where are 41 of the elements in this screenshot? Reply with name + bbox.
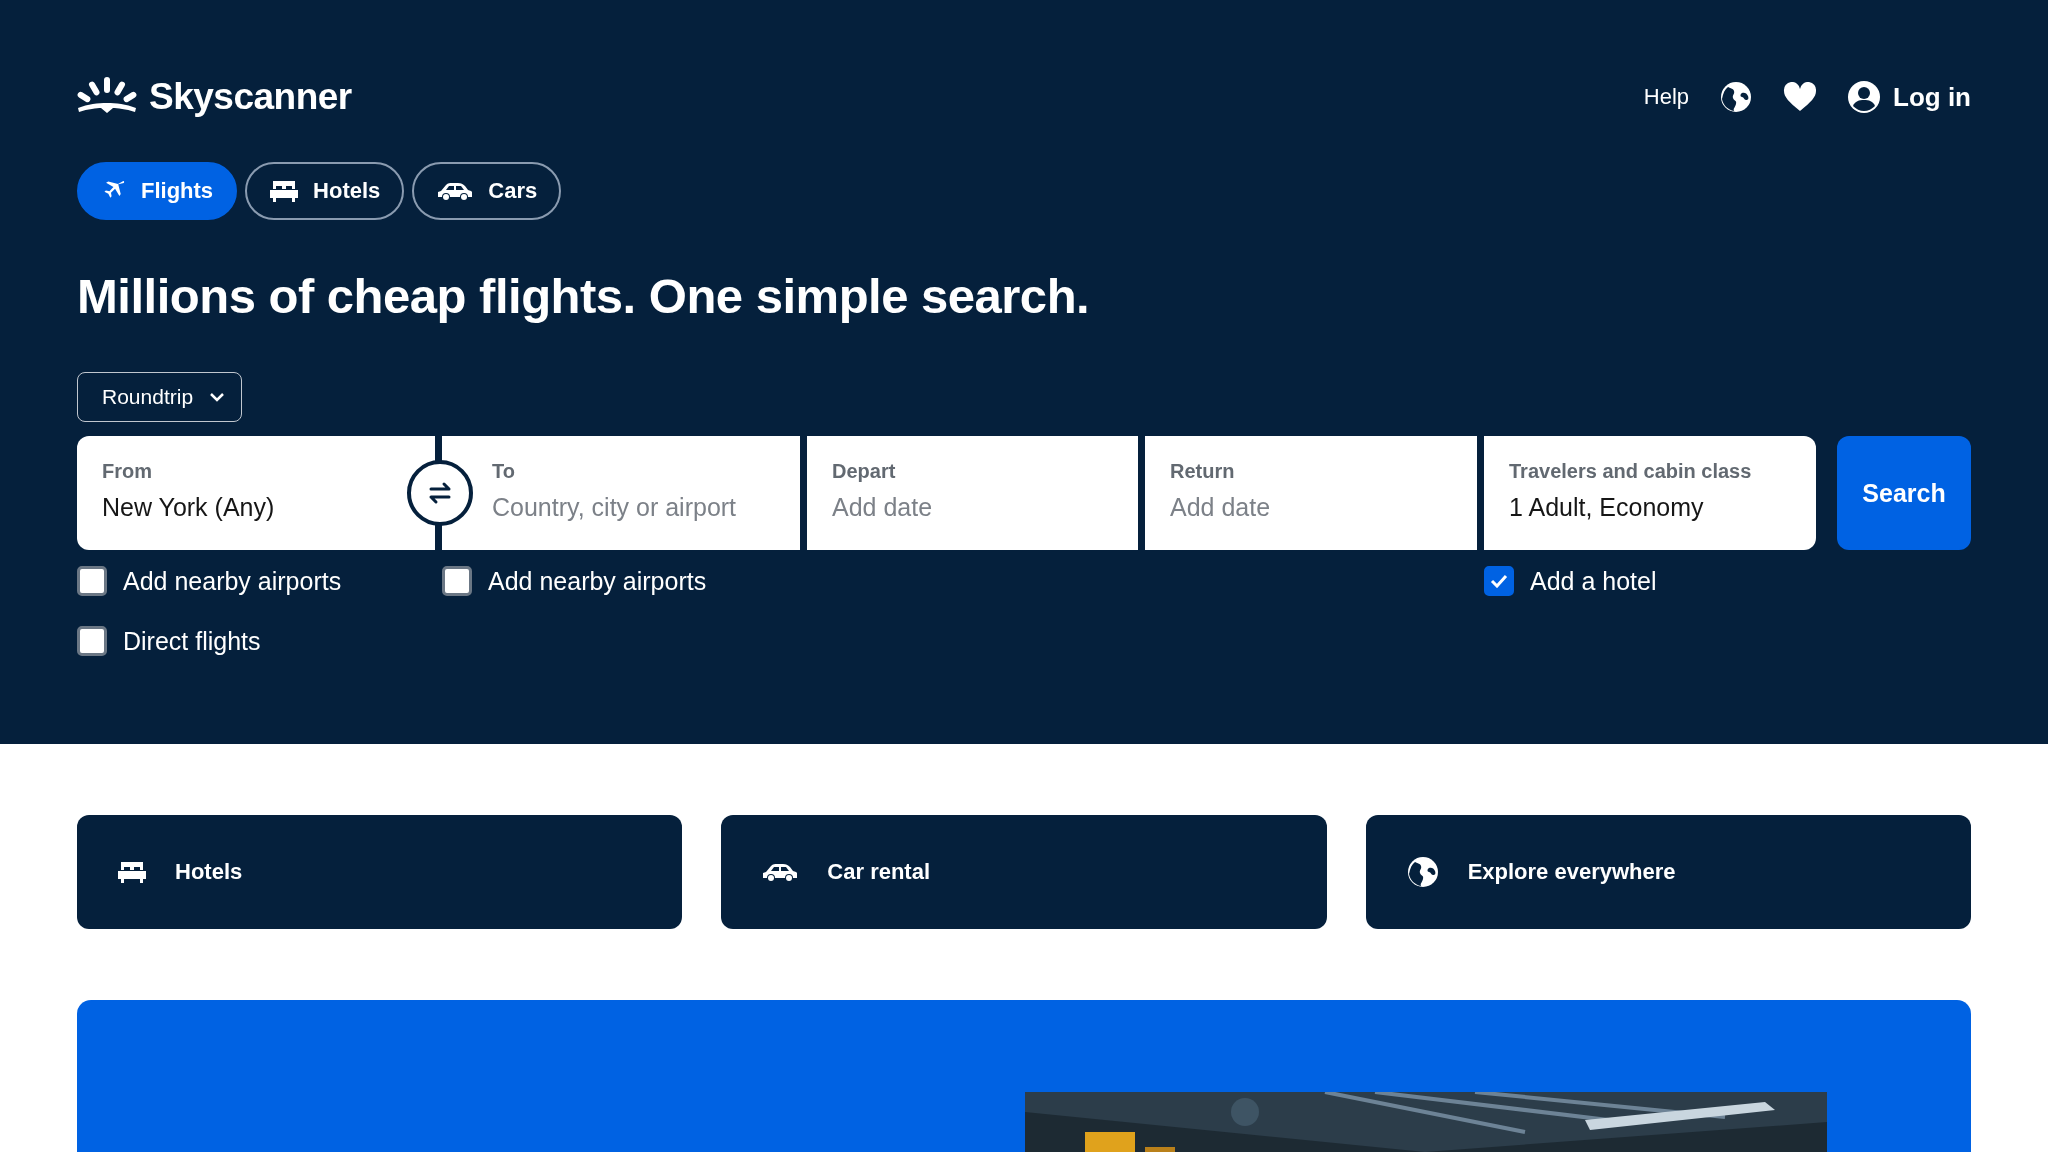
input-field[interactable]: Add date — [832, 493, 1113, 522]
checkbox-option[interactable]: Add nearby airports — [442, 566, 707, 596]
globe-icon[interactable] — [1719, 80, 1753, 114]
checkbox[interactable] — [77, 626, 107, 656]
checkbox-option[interactable]: Add nearby airports — [77, 566, 342, 596]
input-field[interactable]: 1 Adult, Economy — [1509, 493, 1791, 522]
headline: Millions of cheap flights. One simple search. — [77, 268, 1091, 325]
checkbox-option[interactable]: Direct flights — [77, 626, 261, 656]
user-icon — [1847, 80, 1881, 114]
category-tab[interactable]: Flights — [77, 162, 238, 220]
shortcut-card[interactable]: Explore everywhere — [1365, 815, 1971, 929]
search-button[interactable]: Search — [1837, 436, 1971, 550]
bed-icon — [269, 179, 300, 203]
field-label: To — [492, 460, 516, 483]
bed-icon — [117, 860, 147, 884]
checkbox[interactable] — [442, 566, 472, 596]
input-field[interactable]: New York (Any) — [102, 493, 410, 522]
input-field[interactable]: Country, city or airport — [492, 493, 775, 522]
car-icon — [761, 861, 800, 883]
input-field[interactable]: Add date — [1170, 493, 1452, 522]
shortcut-card[interactable]: Hotels — [77, 815, 683, 929]
checkbox-option[interactable]: Add a hotel — [1484, 566, 1657, 596]
car-icon — [436, 180, 475, 202]
help-link[interactable]: Help — [1643, 84, 1689, 110]
category-tab[interactable]: Hotels — [245, 162, 405, 220]
field-label: Travelers and cabin class — [1509, 460, 1753, 483]
swap-arrows-icon — [427, 481, 453, 505]
heart-icon[interactable] — [1783, 82, 1817, 112]
login-button[interactable]: Log in — [1847, 80, 1971, 114]
globe-icon — [1405, 855, 1440, 889]
check-icon — [1490, 574, 1508, 588]
field-label: From — [102, 460, 153, 483]
field-label: Return — [1170, 460, 1236, 483]
field-label: Depart — [832, 460, 897, 483]
brand-name: Skyscanner — [149, 76, 352, 118]
checkbox[interactable] — [1484, 566, 1514, 596]
trip-type-dropdown[interactable]: Roundtrip — [77, 372, 243, 422]
shortcut-card[interactable]: Car rental — [721, 815, 1327, 929]
checkbox[interactable] — [77, 566, 107, 596]
chevron-icon — [209, 392, 226, 402]
category-tab[interactable]: Cars — [412, 162, 562, 220]
